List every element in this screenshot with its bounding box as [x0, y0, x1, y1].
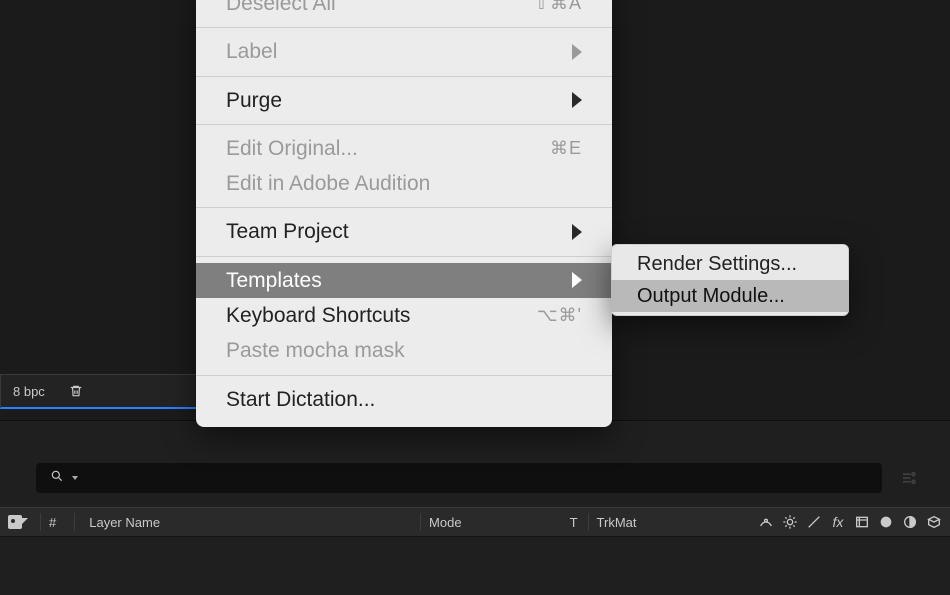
- chevron-right-icon: [572, 92, 582, 108]
- chevron-right-icon: [572, 224, 582, 240]
- effects-icon[interactable]: fx: [830, 514, 846, 530]
- quality-icon[interactable]: [806, 514, 822, 530]
- submenu-item-output-module[interactable]: Output Module...: [611, 280, 849, 312]
- chevron-right-icon: [572, 272, 582, 288]
- bpc-indicator[interactable]: 8 bpc: [13, 384, 45, 399]
- column-trkmat[interactable]: TrkMat: [597, 515, 637, 530]
- panel-options-icon[interactable]: [898, 469, 920, 487]
- menu-item-paste-mocha-mask: Paste mocha mask: [196, 333, 612, 368]
- edit-menu: Deselect All ⇧⌘A Label Purge Edit Origin…: [196, 0, 612, 427]
- chevron-right-icon: [572, 44, 582, 60]
- menu-item-team-project[interactable]: Team Project: [196, 214, 612, 249]
- menu-separator: [196, 124, 612, 125]
- menu-separator: [196, 375, 612, 376]
- menu-separator: [196, 207, 612, 208]
- label-color-column-icon[interactable]: [6, 515, 32, 529]
- trash-icon[interactable]: [69, 383, 83, 399]
- column-mode[interactable]: Mode: [429, 515, 462, 530]
- frame-blend-icon[interactable]: [854, 514, 870, 530]
- column-layer-name[interactable]: Layer Name: [89, 515, 160, 530]
- templates-submenu: Render Settings... Output Module...: [611, 244, 849, 316]
- timeline-column-header: # Layer Name Mode T TrkMat fx: [0, 507, 950, 537]
- menu-separator: [196, 256, 612, 257]
- menu-item-deselect-all: Deselect All ⇧⌘A: [196, 0, 612, 21]
- menu-separator: [196, 76, 612, 77]
- collapse-transformations-icon[interactable]: [782, 514, 798, 530]
- adjustment-layer-icon[interactable]: [902, 514, 918, 530]
- search-icon: [50, 469, 68, 488]
- layer-switches-column: fx: [758, 508, 942, 536]
- menu-item-label: Label: [196, 34, 612, 69]
- motion-blur-icon[interactable]: [878, 514, 894, 530]
- menu-item-edit-audition: Edit in Adobe Audition: [196, 166, 612, 201]
- 3d-layer-icon[interactable]: [926, 514, 942, 530]
- search-input[interactable]: [78, 469, 882, 487]
- menu-item-keyboard-shortcuts[interactable]: Keyboard Shortcuts ⌥⌘': [196, 298, 612, 333]
- shy-icon[interactable]: [758, 514, 774, 530]
- menu-item-edit-original: Edit Original... ⌘E: [196, 131, 612, 166]
- menu-item-purge[interactable]: Purge: [196, 83, 612, 118]
- submenu-item-render-settings[interactable]: Render Settings...: [611, 248, 849, 280]
- timeline-panel: # Layer Name Mode T TrkMat fx: [0, 420, 950, 595]
- column-hash[interactable]: #: [49, 515, 56, 530]
- menu-separator: [196, 27, 612, 28]
- menu-item-start-dictation[interactable]: Start Dictation...: [196, 382, 612, 417]
- menu-item-templates[interactable]: Templates: [196, 263, 612, 298]
- column-t[interactable]: T: [570, 515, 578, 530]
- timeline-search[interactable]: [36, 463, 882, 493]
